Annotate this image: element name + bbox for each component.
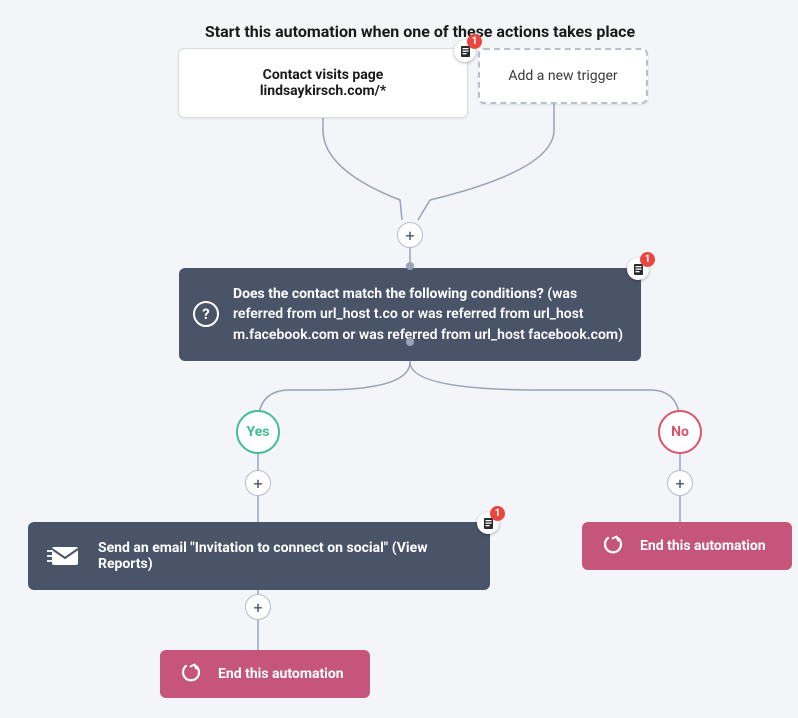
trigger-note-count: 1 [467,34,482,49]
trigger-note-badge[interactable]: 1 [454,40,476,62]
connector-dot [406,262,414,270]
condition-note-count: 1 [640,252,655,267]
automation-title: Start this automation when one of these … [170,22,670,41]
email-prefix: Send an email [98,540,190,556]
add-trigger-label: Add a new trigger [508,68,617,84]
email-action-block[interactable]: Send an email "Invitation to connect on … [28,522,490,590]
add-step-button-yes-2[interactable]: + [245,594,271,620]
question-icon: ? [193,301,219,327]
end-label: End this automation [218,666,344,682]
email-name: "Invitation to connect on social" [190,540,388,556]
email-icon [46,545,80,567]
email-note-count: 1 [490,506,505,521]
condition-note-badge[interactable]: 1 [627,258,649,280]
end-block-no[interactable]: End this automation [582,522,792,570]
end-block-yes[interactable]: End this automation [160,650,370,698]
add-trigger-block[interactable]: Add a new trigger [478,48,648,104]
trigger-block[interactable]: Contact visits page lindsaykirsch.com/* [178,48,468,118]
yes-pill: Yes [236,410,280,454]
condition-block[interactable]: ? Does the contact match the following c… [179,268,641,361]
email-note-badge[interactable]: 1 [477,512,499,534]
connector-dot [406,338,414,346]
condition-prefix: Does the contact match the following con… [233,286,544,302]
add-step-button-no[interactable]: + [667,470,693,496]
no-pill: No [658,410,702,454]
end-label: End this automation [640,538,766,554]
add-step-button-yes-1[interactable]: + [245,470,271,496]
end-icon [180,663,202,685]
end-icon [602,535,624,557]
trigger-label: Contact visits page lindsaykirsch.com/* [260,67,386,99]
add-step-button-1[interactable]: + [397,222,423,248]
